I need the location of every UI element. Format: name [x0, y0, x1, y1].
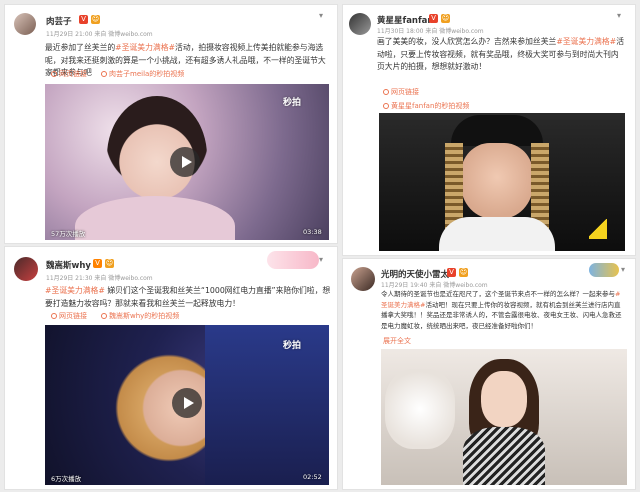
chevron-down-icon[interactable]: ▾: [319, 11, 323, 20]
avatar[interactable]: [349, 13, 371, 35]
link-icon: [51, 71, 57, 77]
video-link-icon: [101, 313, 107, 319]
fan-badge-icon: ☺: [91, 15, 100, 24]
video-thumbnail[interactable]: 秒拍 57万次播放 03:38: [45, 84, 329, 240]
video-duration: 02:52: [303, 473, 322, 481]
dress-shape: [463, 427, 545, 485]
video-link[interactable]: 黄星星fanfan的秒拍视频: [383, 101, 469, 111]
hashtag-link[interactable]: #圣诞美力满格#: [556, 37, 616, 46]
avatar[interactable]: [14, 13, 36, 35]
username[interactable]: 肉芸子: [46, 15, 72, 27]
image-thumbnail[interactable]: [381, 349, 627, 485]
web-link[interactable]: 网页链接: [383, 87, 419, 97]
play-icon[interactable]: [172, 388, 202, 418]
vip-badge-icon: V: [429, 14, 438, 23]
shirt-shape: [439, 217, 555, 251]
video-thumbnail[interactable]: 秒拍 6万次播放 02:52: [45, 325, 329, 485]
username[interactable]: 黄星星fanfan: [377, 14, 433, 26]
video-link-icon: [101, 71, 107, 77]
post-text-a: 令人期待的圣诞节也是近在咫尺了，这个圣诞节来点不一样的怎么样？一起来参与: [381, 290, 615, 298]
logo-mark: [589, 219, 607, 239]
view-count: 57万次播放: [51, 230, 86, 238]
chevron-down-icon[interactable]: ▾: [617, 11, 621, 20]
web-link[interactable]: 网页链接: [51, 311, 87, 321]
post-meta: 11月29日 21:00 来自 微博weibo.com: [46, 31, 153, 38]
shoulder-shape: [75, 196, 235, 240]
post-text: 最近参加了丝芙兰的#圣诞美力满格#活动，拍摄妆容视频上传美拍就能参与海选呢，对我…: [45, 42, 333, 80]
face-shape: [461, 143, 533, 219]
video-link[interactable]: 魏嵩斯why的秒拍视频: [101, 311, 179, 321]
play-icon[interactable]: [170, 147, 200, 177]
fan-badge-icon: ☺: [441, 14, 450, 23]
hashtag-link[interactable]: #圣诞美力满格#: [115, 43, 175, 52]
link-icon: [383, 89, 389, 95]
post-meta: 11月29日 19:40 来自 微博weibo.com: [381, 282, 488, 289]
feed-card-3: 黄星星fanfan V ☺ ▾ 11月30日 18:00 来自 微博weibo.…: [342, 4, 636, 256]
vip-badge-icon: V: [447, 268, 456, 277]
username[interactable]: 魏嵩斯why: [46, 259, 91, 271]
link-icon: [51, 313, 57, 319]
post-meta: 11月29日 21:30 来自 微博weibo.com: [46, 275, 153, 282]
web-link[interactable]: 网页链接: [51, 69, 87, 79]
feed-card-1: 肉芸子 V ☺ ▾ 11月29日 21:00 来自 微博weibo.com 最近…: [4, 4, 338, 244]
avatar[interactable]: [14, 257, 38, 281]
feed-card-2: 魏嵩斯why V ☺ ▾ 11月29日 21:30 来自 微博weibo.com…: [4, 246, 338, 490]
chevron-down-icon[interactable]: ▾: [319, 255, 323, 264]
decoration-shape: [385, 369, 455, 449]
face-shape: [481, 371, 527, 427]
hashtag-link[interactable]: #圣诞美力满格#: [45, 286, 105, 295]
decorative-sticker: [267, 251, 319, 269]
fan-badge-icon: ☺: [105, 259, 114, 268]
post-meta: 11月30日 18:00 来自 微博weibo.com: [377, 28, 484, 35]
hood-shape: [205, 325, 329, 485]
post-text: #圣诞美力满格# 娣贝们这个圣诞我和丝芙兰“1000网红电力直播”来陪你们啦，想…: [45, 285, 333, 310]
post-text-a: 最近参加了丝芙兰的: [45, 43, 116, 52]
username[interactable]: 光明的天使小雷太: [381, 268, 449, 280]
post-text: 令人期待的圣诞节也是近在咫尺了，这个圣诞节来点不一样的怎么样？一起来参与#圣诞美…: [381, 289, 625, 337]
expand-full-text-link[interactable]: 展开全文: [383, 336, 411, 346]
fan-badge-icon: ☺: [459, 268, 468, 277]
vip-badge-icon: V: [93, 259, 102, 268]
video-thumbnail[interactable]: [379, 113, 625, 251]
watermark-label: 秒拍: [283, 98, 302, 108]
post-text: 画了美美的妆，没人欣赏怎么办？吉然来参加丝芙兰#圣诞美力满格#活动啦，只要上传妆…: [377, 36, 625, 74]
chevron-down-icon[interactable]: ▾: [621, 265, 625, 274]
post-text-a: 画了美美的妆，没人欣赏怎么办？吉然来参加丝芙兰: [377, 37, 557, 46]
vip-badge-icon: V: [79, 15, 88, 24]
view-count: 6万次播放: [51, 475, 82, 483]
video-duration: 03:38: [303, 228, 322, 236]
decorative-sticker: [589, 263, 619, 277]
feed-card-4: 光明的天使小雷太 V ☺ ▾ 11月29日 19:40 来自 微博weibo.c…: [342, 258, 636, 490]
avatar[interactable]: [351, 267, 375, 291]
video-link-icon: [383, 103, 389, 109]
watermark-label: 秒拍: [283, 341, 302, 351]
video-link[interactable]: 肉芸子meila的秒拍视频: [101, 69, 184, 79]
